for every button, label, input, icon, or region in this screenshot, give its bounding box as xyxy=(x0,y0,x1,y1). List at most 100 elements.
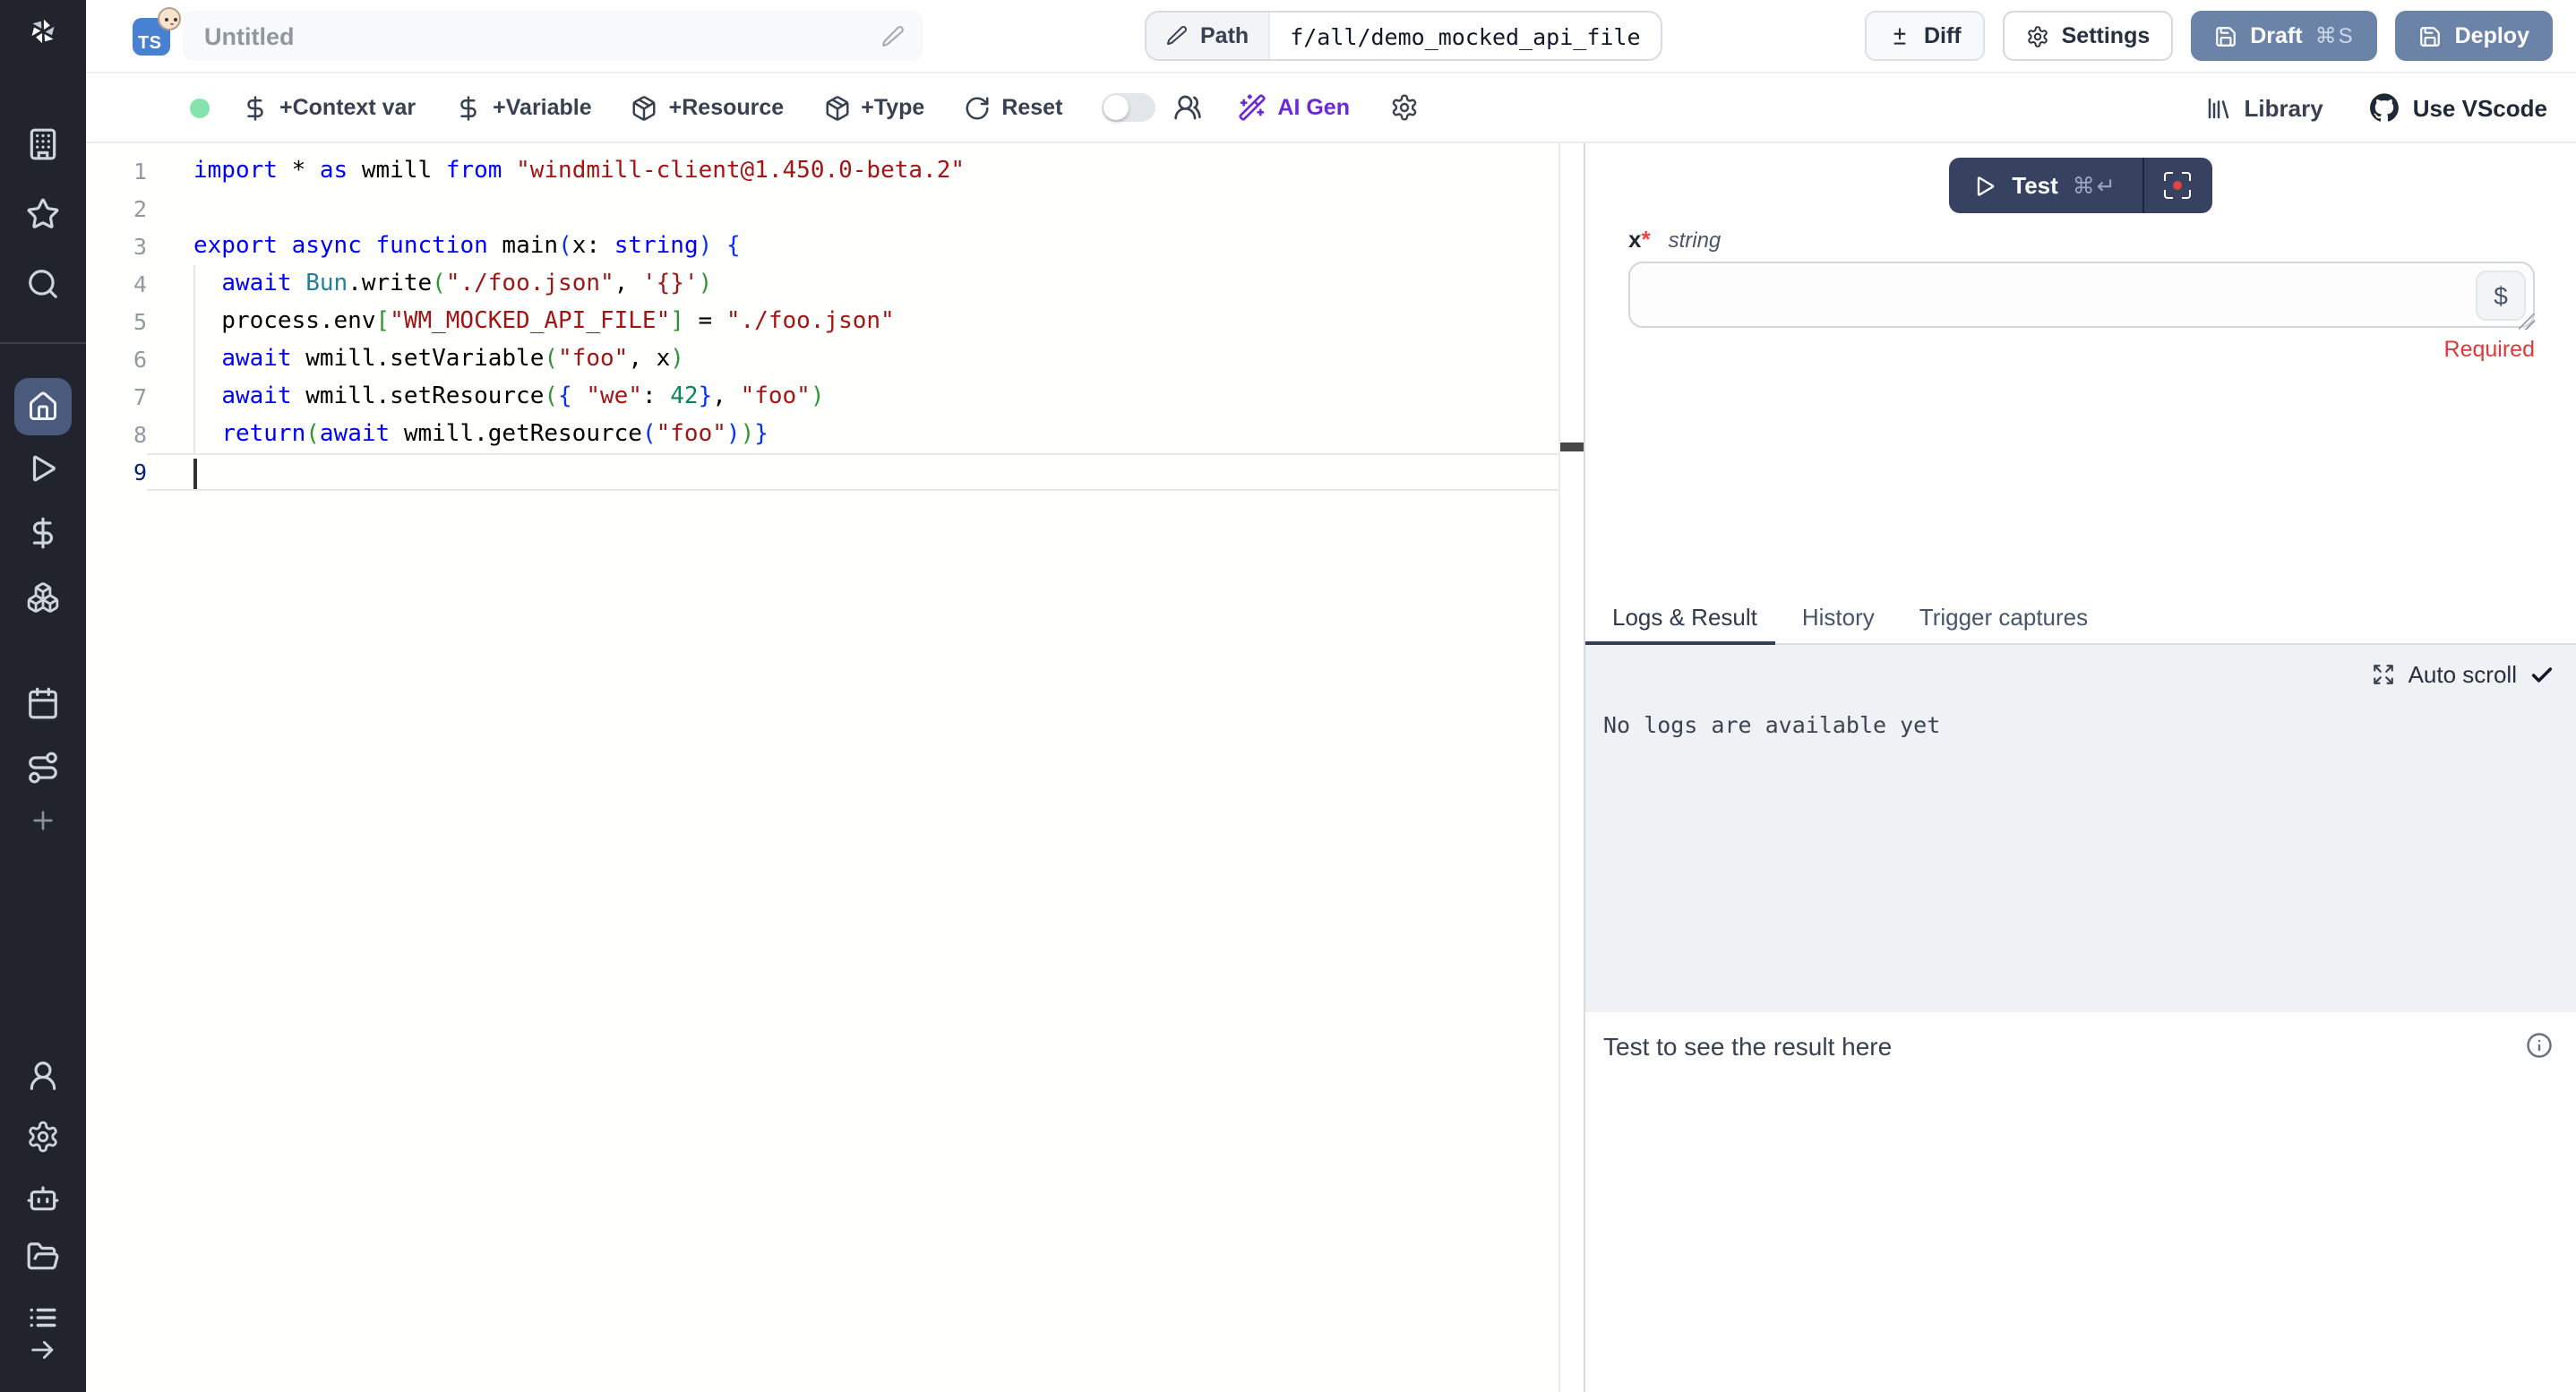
logs-panel: Auto scroll No logs are available yet xyxy=(1585,645,2576,1012)
capture-test-button[interactable] xyxy=(2144,158,2212,213)
indent-guide xyxy=(193,265,195,453)
required-hint: Required xyxy=(1628,337,2535,362)
sidebar-divider xyxy=(0,342,86,344)
code-line[interactable]: 3export async function main(x: string) { xyxy=(86,228,1584,265)
sidebar-item-settings[interactable] xyxy=(26,1120,60,1154)
dollar-icon xyxy=(455,94,482,121)
diff-icon xyxy=(1888,24,1911,47)
multiplayer-toggle[interactable] xyxy=(1102,93,1155,122)
code-text xyxy=(147,190,1584,228)
expand-logs-icon[interactable] xyxy=(2373,663,2396,686)
code-line[interactable]: 9 xyxy=(86,453,1584,491)
sidebar-item-schedules[interactable] xyxy=(26,686,60,720)
line-number: 8 xyxy=(86,416,147,453)
arg-input-x[interactable]: $ xyxy=(1628,262,2535,328)
sidebar-item-workers[interactable] xyxy=(26,1181,60,1215)
test-button[interactable]: Test ⌘↵ xyxy=(1949,158,2142,213)
line-number: 7 xyxy=(86,378,147,416)
sidebar-item-folders[interactable] xyxy=(26,1240,60,1274)
code-editor[interactable]: 1import * as wmill from "windmill-client… xyxy=(86,143,1584,1392)
add-context-var-button[interactable]: +Context var xyxy=(242,94,416,121)
library-button[interactable]: Library xyxy=(2205,94,2323,121)
code-line[interactable]: 7 await wmill.setResource({ "we": 42}, "… xyxy=(86,378,1584,416)
main-area: TS Untitled Path f/all/demo_mocked_api_f… xyxy=(86,0,2576,1392)
add-variable-button[interactable]: +Variable xyxy=(455,94,592,121)
sidebar-item-runs[interactable] xyxy=(26,451,60,485)
language-label: TS xyxy=(138,33,161,53)
header-bar: TS Untitled Path f/all/demo_mocked_api_f… xyxy=(86,0,2576,73)
logs-empty-message: No logs are available yet xyxy=(1585,688,2576,738)
test-button-group: Test ⌘↵ xyxy=(1949,158,2212,213)
code-line[interactable]: 6 await wmill.setVariable("foo", x) xyxy=(86,340,1584,378)
code-text xyxy=(147,453,1558,491)
add-type-button[interactable]: +Type xyxy=(823,94,924,121)
use-vscode-button[interactable]: Use VScode xyxy=(2370,93,2547,122)
collaborators-icon[interactable] xyxy=(1173,93,1202,122)
content-row: 1import * as wmill from "windmill-client… xyxy=(86,143,2576,1392)
sidebar-item-user[interactable] xyxy=(26,1059,60,1093)
code-line[interactable]: 8 return(await wmill.getResource("foo"))… xyxy=(86,416,1584,453)
edit-title-icon[interactable] xyxy=(881,24,905,47)
typescript-bun-badge: TS xyxy=(133,17,170,55)
path-pill[interactable]: Path f/all/demo_mocked_api_file xyxy=(1145,11,1662,61)
code-line[interactable]: 4 await Bun.write("./foo.json", '{}') xyxy=(86,265,1584,303)
diff-button[interactable]: Diff xyxy=(1865,11,1985,61)
auto-scroll-label[interactable]: Auto scroll xyxy=(2409,661,2517,688)
auto-scroll-check-icon[interactable] xyxy=(2529,662,2555,687)
script-title-field[interactable]: Untitled xyxy=(183,11,923,61)
line-number: 6 xyxy=(86,340,147,378)
sidebar-item-favorites[interactable] xyxy=(26,197,60,231)
sidebar-item-workspace[interactable] xyxy=(26,127,60,161)
cursor-position-mark xyxy=(1560,443,1584,451)
code-line[interactable]: 2 xyxy=(86,190,1584,228)
draft-button[interactable]: Draft ⌘S xyxy=(2191,11,2377,61)
resize-handle-icon[interactable] xyxy=(2519,314,2535,330)
windmill-script-editor: TS Untitled Path f/all/demo_mocked_api_f… xyxy=(0,0,2576,1392)
info-icon[interactable] xyxy=(2526,1032,2553,1059)
sidebar-item-audit-logs[interactable] xyxy=(28,1302,58,1333)
sidebar-item-home[interactable] xyxy=(14,378,72,435)
ai-gen-wand-icon[interactable] xyxy=(1238,93,1267,122)
gear-icon xyxy=(2026,24,2049,47)
line-number: 5 xyxy=(86,303,147,340)
overview-ruler[interactable] xyxy=(1558,143,1584,1392)
package-icon xyxy=(631,94,658,121)
tab-history[interactable]: History xyxy=(1775,591,1893,643)
home-icon xyxy=(27,391,59,423)
required-asterisk: * xyxy=(1641,226,1650,253)
bun-runtime-icon xyxy=(158,6,181,30)
code-text: process.env["WM_MOCKED_API_FILE"] = "./f… xyxy=(147,303,1584,340)
reset-button[interactable]: Reset xyxy=(964,94,1062,121)
result-placeholder: Test to see the result here xyxy=(1603,1032,1892,1061)
sidebar-item-resources[interactable] xyxy=(26,580,60,614)
settings-button[interactable]: Settings xyxy=(2003,11,2174,61)
windmill-logo-icon[interactable] xyxy=(26,14,60,48)
sidebar-item-variables[interactable] xyxy=(26,516,60,550)
code-line[interactable]: 5 process.env["WM_MOCKED_API_FILE"] = ".… xyxy=(86,303,1584,340)
arg-name-label: x* xyxy=(1628,226,1651,253)
test-shortcut: ⌘↵ xyxy=(2073,172,2117,199)
path-label: Path xyxy=(1200,23,1249,48)
run-panel: Test ⌘↵ x* string xyxy=(1584,143,2576,1392)
code-text: return(await wmill.getResource("foo"))} xyxy=(147,416,1584,453)
status-dot xyxy=(190,98,210,117)
sidebar-item-triggers[interactable] xyxy=(26,751,60,785)
deploy-button[interactable]: Deploy xyxy=(2396,11,2553,61)
code-text: await wmill.setVariable("foo", x) xyxy=(147,340,1584,378)
sidebar-item-add[interactable] xyxy=(29,806,57,835)
edit-path-icon xyxy=(1166,25,1188,47)
sidebar-expand-button[interactable] xyxy=(28,1335,58,1365)
sidebar-item-search[interactable] xyxy=(26,267,60,301)
ai-gen-button[interactable]: AI Gen xyxy=(1277,95,1350,120)
editor-settings-icon[interactable] xyxy=(1389,93,1418,122)
code-line[interactable]: 1import * as wmill from "windmill-client… xyxy=(86,152,1584,190)
tab-logs-result[interactable]: Logs & Result xyxy=(1585,591,1775,643)
line-number: 1 xyxy=(86,152,147,190)
arg-type-label: string xyxy=(1669,228,1722,253)
arguments-form: x* string $ Required xyxy=(1585,226,2576,362)
add-resource-button[interactable]: +Resource xyxy=(631,94,785,121)
test-section: Test ⌘↵ x* string xyxy=(1585,143,2576,591)
toggle-knob xyxy=(1103,95,1129,120)
editor-toolbar: +Context var +Variable +Resource +Type R… xyxy=(86,73,2576,143)
tab-trigger-captures[interactable]: Trigger captures xyxy=(1893,591,2106,643)
